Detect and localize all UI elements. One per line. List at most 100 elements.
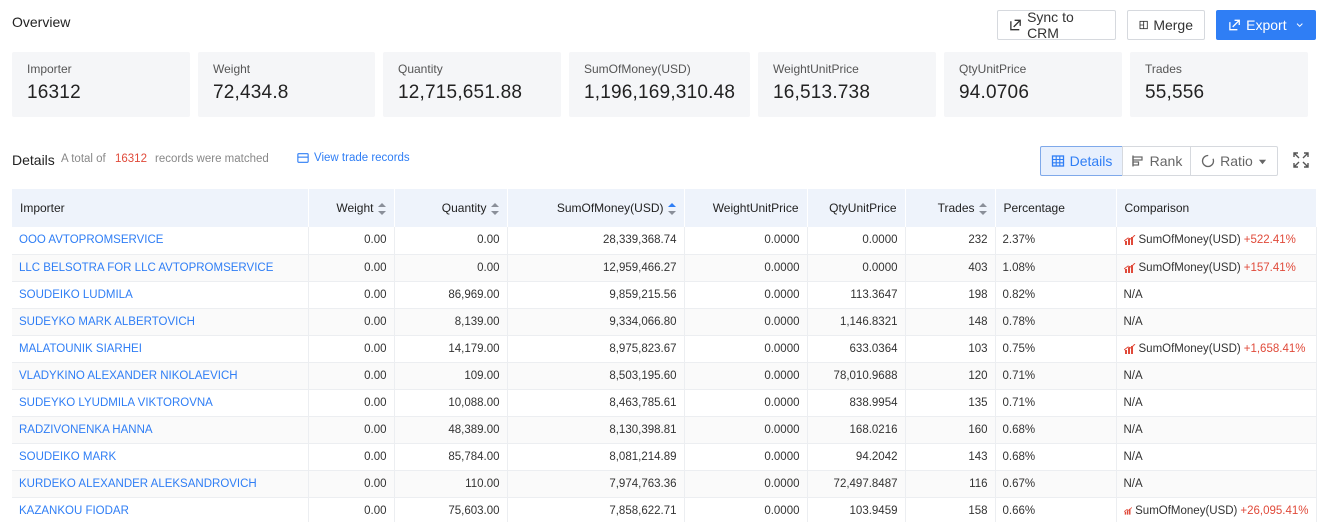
comparison-cell: SumOfMoney(USD) +522.41%	[1116, 227, 1317, 255]
comparison-label: N/A	[1123, 315, 1143, 328]
stat-value: 72,434.8	[213, 82, 289, 103]
weight-cell: 0.00	[308, 227, 395, 255]
table-icon	[1051, 155, 1064, 167]
importer-name-link[interactable]: SOUDEIKO MARK	[12, 443, 309, 471]
qty-unit-price-cell: 0.0000	[807, 254, 906, 282]
trades-cell: 120	[905, 362, 996, 390]
col-header-label: Importer	[20, 201, 65, 215]
merge-label: Merge	[1153, 17, 1193, 33]
weight-unit-price-cell: 0.0000	[684, 227, 808, 255]
trades-cell: 148	[905, 308, 996, 336]
table-row: LLC BELSOTRA FOR LLC AVTOPROMSERVICE 0.00…	[12, 254, 1317, 282]
table-row: KURDEKO ALEXANDER ALEKSANDROVICH 0.00 110.…	[12, 470, 1317, 498]
sum-of-money-cell: 8,081,214.89	[507, 443, 685, 471]
comparison-label: SumOfMoney(USD)	[1138, 234, 1241, 247]
comparison-cell: SumOfMoney(USD) +157.41%	[1116, 254, 1317, 282]
col-header-label: Weight	[336, 201, 374, 215]
sum-of-money-cell: 7,858,622.71	[507, 497, 685, 522]
page-title: Overview	[12, 14, 71, 30]
comparison-cell: SumOfMoney(USD) +1,658.41%	[1116, 335, 1317, 363]
col-header-trades[interactable]: Trades	[905, 189, 996, 227]
qty-unit-price-cell: 1,146.8321	[807, 308, 906, 336]
comparison-label: N/A	[1123, 369, 1143, 382]
trend-up-chart-icon	[1123, 506, 1132, 515]
view-ratio-dropdown[interactable]: Ratio	[1190, 146, 1278, 176]
trades-cell: 403	[905, 254, 996, 282]
stat-value: 16,513.738	[773, 82, 871, 103]
col-header-sum-of-money[interactable]: SumOfMoney(USD)	[507, 189, 685, 227]
sort-icon[interactable]	[377, 202, 386, 215]
col-header-qty-unit-price: QtyUnitPrice	[807, 189, 906, 227]
importer-name-link[interactable]: KAZANKOU FIODAR	[12, 497, 309, 522]
importer-name-link[interactable]: SOUDEIKO LUDMILA	[12, 281, 309, 309]
weight-unit-price-cell: 0.0000	[684, 308, 808, 336]
importer-name-link[interactable]: KURDEKO ALEXANDER ALEKSANDROVICH	[12, 470, 309, 498]
sort-icon[interactable]	[978, 202, 987, 215]
comparison-cell: N/A	[1116, 416, 1317, 444]
quantity-cell: 75,603.00	[394, 497, 508, 522]
sync-to-crm-button[interactable]: Sync to CRM	[997, 9, 1116, 41]
export-label: Export	[1246, 17, 1287, 33]
col-header-label: Percentage	[1003, 201, 1065, 215]
view-rank-label: Rank	[1149, 153, 1183, 169]
sum-of-money-cell: 8,503,195.60	[507, 362, 685, 390]
sort-icon[interactable]	[667, 202, 676, 215]
importer-name-link[interactable]: MALATOUNIK SIARHEI	[12, 335, 309, 363]
comparison-change: +26,095.41%	[1240, 504, 1309, 517]
col-header-quantity[interactable]: Quantity	[394, 189, 508, 227]
records-icon	[297, 153, 309, 163]
percentage-cell: 0.67%	[995, 470, 1117, 498]
quantity-cell: 48,389.00	[394, 416, 508, 444]
trades-cell: 158	[905, 497, 996, 522]
col-header-label: WeightUnitPrice	[712, 201, 799, 215]
percentage-cell: 1.08%	[995, 254, 1117, 282]
match-count: 16312	[115, 153, 147, 165]
match-suffix: records were matched	[155, 153, 269, 165]
sync-to-crm-label: Sync to CRM	[1027, 9, 1074, 41]
table-row: SOUDEIKO LUDMILA 0.00 86,969.00 9,859,215.5…	[12, 281, 1317, 309]
importer-name-link[interactable]: LLC BELSOTRA FOR LLC AVTOPROMSERVICE	[12, 254, 309, 282]
table-row: MALATOUNIK SIARHEI 0.00 14,179.00 8,975,823…	[12, 335, 1317, 363]
stat-value: 94.0706	[959, 82, 1030, 103]
weight-unit-price-cell: 0.0000	[684, 281, 808, 309]
weight-cell: 0.00	[308, 281, 395, 309]
importer-name-link[interactable]: SUDEYKO MARK ALBERTOVICH	[12, 308, 309, 336]
comparison-change: +157.41%	[1243, 261, 1296, 274]
sort-icon[interactable]	[490, 202, 499, 215]
fullscreen-icon[interactable]	[1292, 151, 1310, 169]
weight-unit-price-cell: 0.0000	[684, 389, 808, 417]
percentage-cell: 0.75%	[995, 335, 1117, 363]
trades-cell: 135	[905, 389, 996, 417]
export-button[interactable]: Export	[1216, 10, 1316, 40]
weight-cell: 0.00	[308, 362, 395, 390]
trades-cell: 103	[905, 335, 996, 363]
qty-unit-price-cell: 0.0000	[807, 227, 906, 255]
col-header-weight[interactable]: Weight	[308, 189, 395, 227]
comparison-label: SumOfMoney(USD)	[1135, 504, 1238, 517]
importer-table: Importer Weight Quantity SumOfMoney(USD)…	[12, 189, 1317, 522]
weight-unit-price-cell: 0.0000	[684, 443, 808, 471]
col-header-comparison: Comparison	[1116, 189, 1317, 227]
col-header-label: Quantity	[441, 201, 487, 215]
view-rank-toggle[interactable]: Rank	[1122, 146, 1191, 176]
trades-cell: 160	[905, 416, 996, 444]
view-details-toggle[interactable]: Details	[1040, 146, 1123, 176]
comparison-cell: N/A	[1116, 389, 1317, 417]
comparison-cell: N/A	[1116, 470, 1317, 498]
importer-name-link[interactable]: RADZIVONENKA HANNA	[12, 416, 309, 444]
trend-up-chart-icon	[1123, 235, 1135, 246]
stat-value: 12,715,651.88	[398, 82, 523, 103]
quantity-cell: 85,784.00	[394, 443, 508, 471]
weight-cell: 0.00	[308, 335, 395, 363]
stat-card-weight-unit-price: WeightUnitPrice 16,513.738	[758, 52, 936, 117]
importer-name-link[interactable]: OOO AVTOPROMSERVICE	[12, 227, 309, 255]
table-row: SUDEYKO MARK ALBERTOVICH 0.00 8,139.00 9,33…	[12, 308, 1317, 336]
view-trade-records-link[interactable]: View trade records	[297, 152, 410, 164]
trend-up-chart-icon	[1123, 343, 1135, 354]
comparison-label: N/A	[1123, 477, 1143, 490]
table-row: RADZIVONENKA HANNA 0.00 48,389.00 8,130,398…	[12, 416, 1317, 444]
stat-value: 16312	[27, 82, 81, 103]
merge-button[interactable]: Merge	[1127, 10, 1205, 40]
importer-name-link[interactable]: SUDEYKO LYUDMILA VIKTOROVNA	[12, 389, 309, 417]
importer-name-link[interactable]: VLADYKINO ALEXANDER NIKOLAEVICH	[12, 362, 309, 390]
